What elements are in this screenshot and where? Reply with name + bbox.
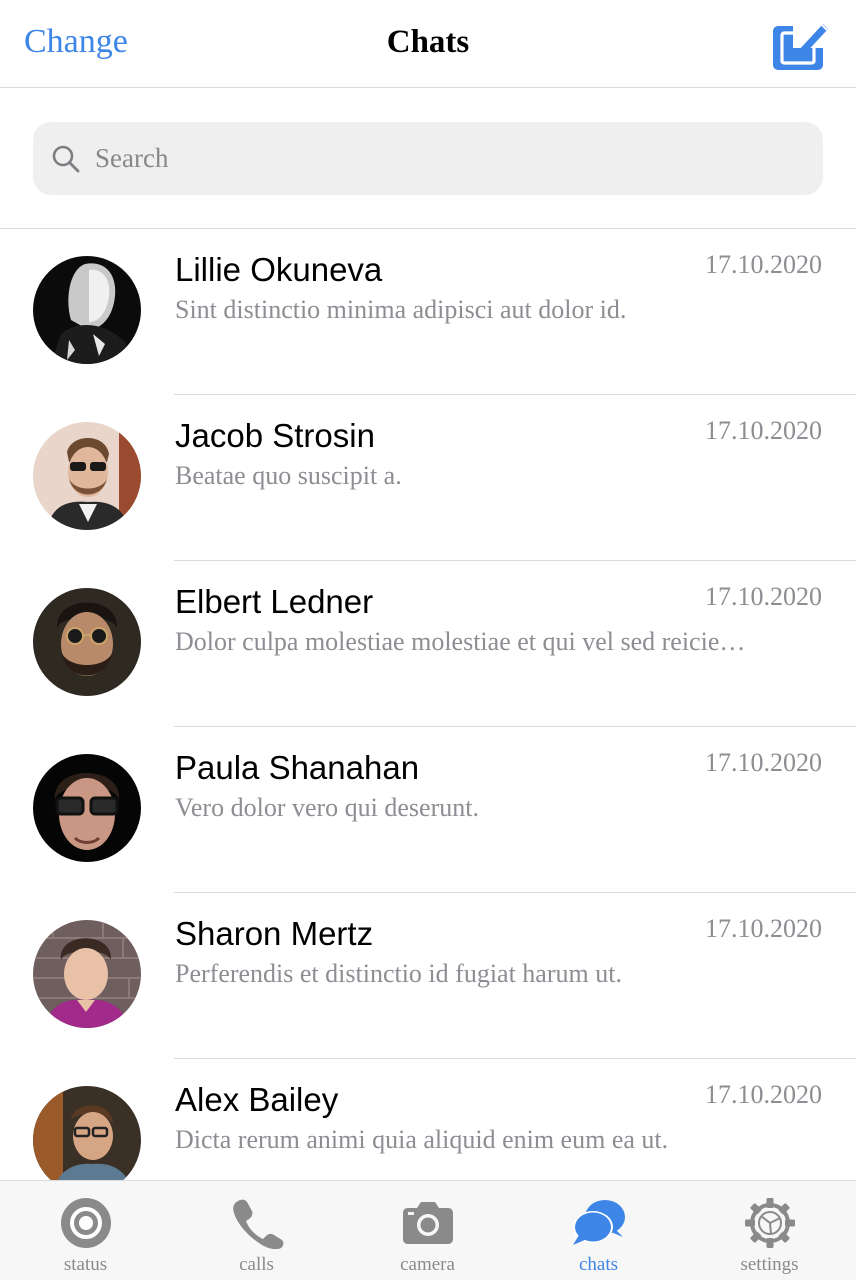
chat-name: Sharon Mertz: [175, 915, 374, 952]
search-bar[interactable]: [33, 122, 823, 195]
tab-bar: status calls camera chats settings: [0, 1180, 856, 1280]
tab-camera[interactable]: camera: [342, 1181, 513, 1280]
phone-icon: [232, 1199, 283, 1249]
avatar: [33, 256, 141, 364]
avatar: [33, 422, 141, 530]
chat-date: 17.10.2020: [705, 748, 822, 777]
chat-item-alex-bailey[interactable]: Alex Bailey 17.10.2020 Dicta rerum animi…: [0, 1059, 856, 1180]
tab-status[interactable]: status: [0, 1181, 171, 1280]
tab-label: settings: [740, 1254, 799, 1275]
tab-label: calls: [239, 1254, 274, 1275]
chat-name: Paula Shanahan: [175, 749, 420, 786]
chat-date: 17.10.2020: [705, 250, 822, 279]
avatar: [33, 754, 141, 862]
avatar: [33, 588, 141, 696]
gear-icon: [744, 1198, 795, 1248]
chat-date: 17.10.2020: [705, 1080, 822, 1109]
compose-button[interactable]: [773, 18, 831, 70]
chat-name: Alex Bailey: [175, 1081, 339, 1118]
chat-item-lillie-okuneva[interactable]: Lillie Okuneva 17.10.2020 Sint distincti…: [0, 229, 856, 395]
chat-list: Lillie Okuneva 17.10.2020 Sint distincti…: [0, 229, 856, 1180]
search-input[interactable]: [95, 136, 795, 180]
chat-preview: Perferendis et distinctio id fugiat haru…: [175, 959, 622, 988]
tab-label: chats: [578, 1254, 619, 1275]
tab-label: status: [63, 1254, 108, 1275]
tab-chats[interactable]: chats: [513, 1181, 684, 1280]
avatar: [33, 1086, 141, 1180]
search-icon: [52, 145, 80, 173]
search-section: [0, 88, 856, 229]
tab-calls[interactable]: calls: [171, 1181, 342, 1280]
chat-preview: Beatae quo suscipit a.: [175, 461, 402, 490]
chat-date: 17.10.2020: [705, 416, 822, 445]
status-icon: [60, 1198, 111, 1248]
chat-date: 17.10.2020: [705, 582, 822, 611]
chat-item-sharon-mertz[interactable]: Sharon Mertz 17.10.2020 Perferendis et d…: [0, 893, 856, 1059]
chat-preview: Dolor culpa molestiae molestiae et qui v…: [175, 627, 746, 656]
camera-icon: [402, 1202, 453, 1244]
chat-name: Elbert Ledner: [175, 583, 374, 620]
avatar: [33, 920, 141, 1028]
chat-item-jacob-strosin[interactable]: Jacob Strosin 17.10.2020 Beatae quo susc…: [0, 395, 856, 561]
chat-item-paula-shanahan[interactable]: Paula Shanahan 17.10.2020 Vero dolor ver…: [0, 727, 856, 893]
tab-settings[interactable]: settings: [684, 1181, 855, 1280]
page-title: Chats: [386, 24, 470, 60]
chat-preview: Sint distinctio minima adipisci aut dolo…: [175, 295, 627, 324]
chat-preview: Dicta rerum animi quia aliquid enim eum …: [175, 1125, 669, 1154]
chat-item-elbert-ledner[interactable]: Elbert Ledner 17.10.2020 Dolor culpa mol…: [0, 561, 856, 727]
tab-label: camera: [400, 1254, 455, 1275]
nav-header: Change Chats: [0, 0, 856, 88]
compose-icon: [773, 18, 831, 70]
chat-name: Jacob Strosin: [175, 417, 375, 454]
chat-date: 17.10.2020: [705, 914, 822, 943]
chat-bubbles-icon: [572, 1200, 625, 1245]
chat-name: Lillie Okuneva: [175, 251, 383, 288]
chat-preview: Vero dolor vero qui deserunt.: [175, 793, 479, 822]
